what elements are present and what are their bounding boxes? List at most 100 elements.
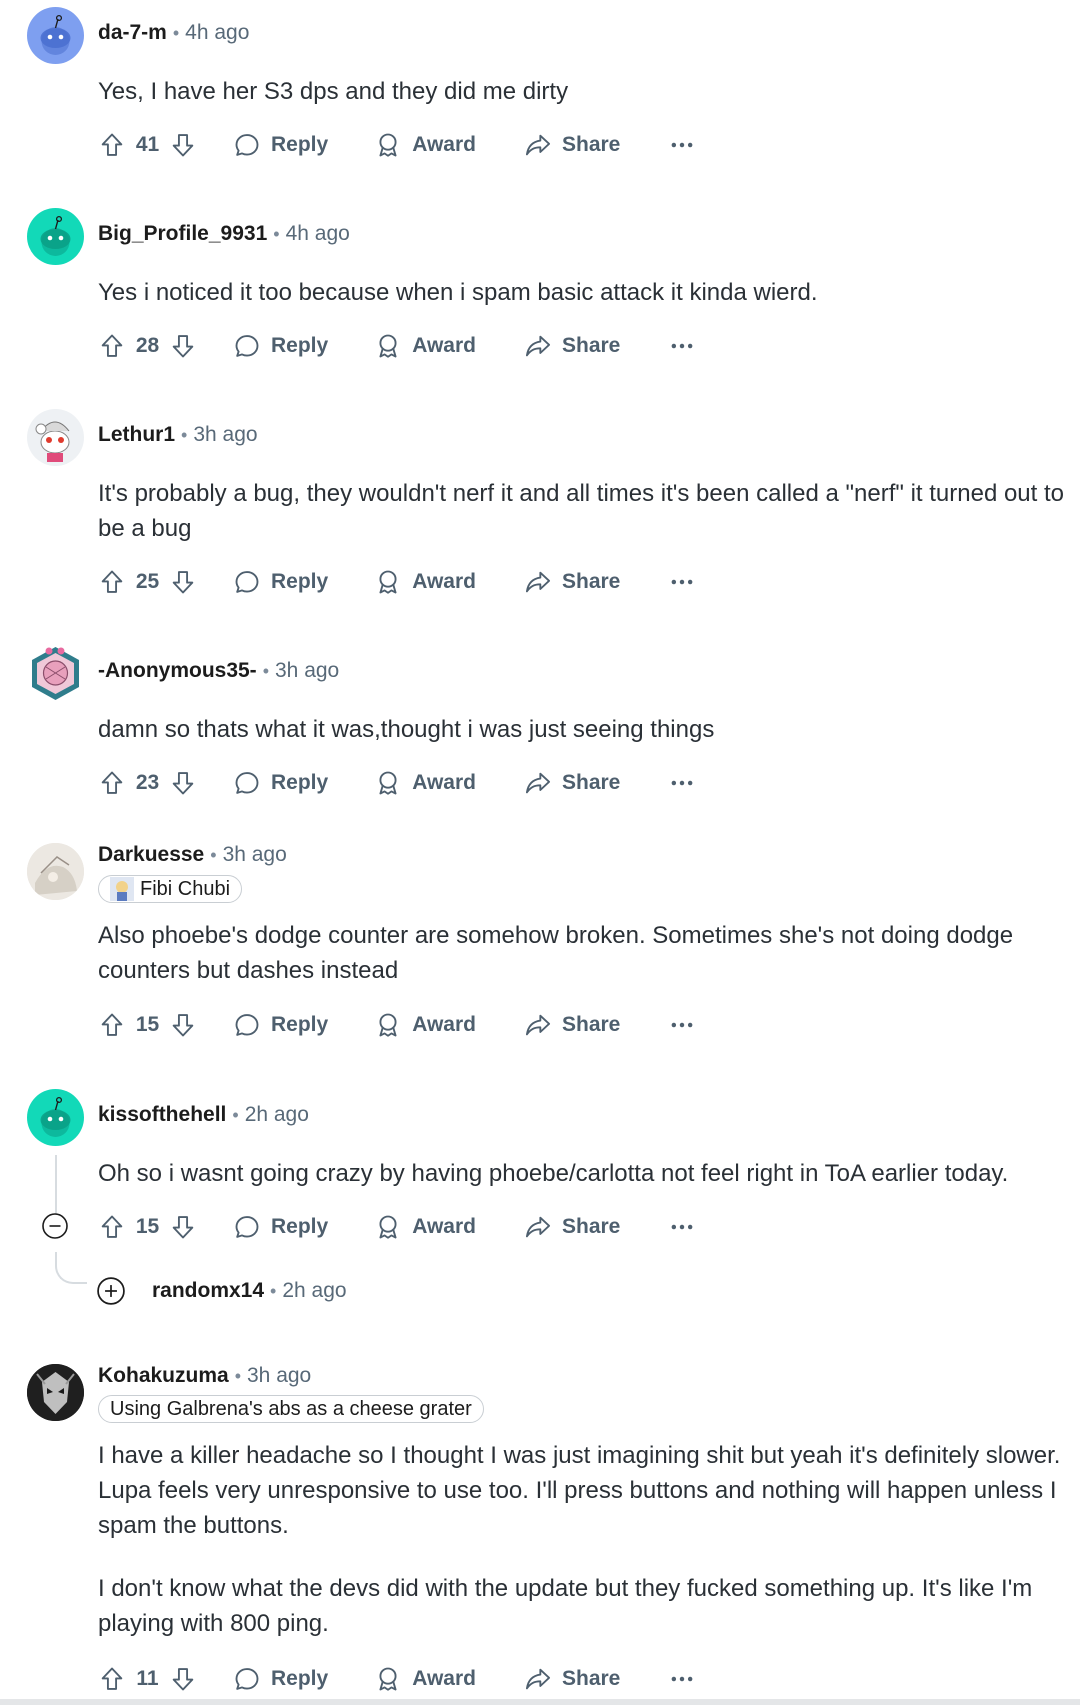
upvote-icon[interactable] [98, 568, 126, 596]
upvote-icon[interactable] [98, 769, 126, 797]
separator-dot: • [210, 845, 217, 865]
timestamp[interactable]: 3h ago [193, 423, 257, 446]
comment-paragraph: I have a killer headache so I thought I … [98, 1442, 1061, 1539]
timestamp[interactable]: 4h ago [286, 222, 350, 245]
reply-button[interactable]: Reply [233, 1011, 328, 1039]
share-button[interactable]: Share [524, 769, 620, 797]
upvote-icon[interactable] [98, 1213, 126, 1241]
downvote-icon[interactable] [169, 131, 197, 159]
award-button[interactable]: Award [374, 568, 476, 596]
collapse-thread-icon[interactable] [42, 1213, 68, 1239]
comment-body: Yes i noticed it too because when i spam… [98, 275, 1073, 310]
downvote-icon[interactable] [169, 332, 197, 360]
collapsed-reply[interactable]: randomx14 • 2h ago [97, 1277, 347, 1305]
share-icon [524, 131, 552, 159]
award-button[interactable]: Award [374, 1011, 476, 1039]
share-label: Share [562, 1667, 621, 1690]
author-name[interactable]: Big_Profile_9931 [98, 222, 267, 245]
timestamp[interactable]: 3h ago [275, 659, 339, 682]
more-options-button[interactable] [668, 1011, 696, 1039]
upvote-icon[interactable] [98, 131, 126, 159]
avatar[interactable] [27, 843, 84, 900]
downvote-icon[interactable] [169, 1011, 197, 1039]
flair-text: Fibi Chubi [140, 877, 231, 900]
avatar[interactable] [27, 645, 84, 702]
award-button[interactable]: Award [374, 131, 476, 159]
share-button[interactable]: Share [524, 1665, 620, 1693]
more-icon [668, 1011, 696, 1039]
timestamp[interactable]: 2h ago [245, 1103, 309, 1126]
share-icon [524, 568, 552, 596]
reddit-default-blue-avatar-icon [27, 7, 84, 64]
avatar[interactable] [27, 7, 84, 64]
vote-count: 41 [135, 133, 160, 156]
more-options-button[interactable] [668, 131, 696, 159]
comment-body: damn so thats what it was,thought i was … [98, 712, 1073, 747]
author-name[interactable]: da-7-m [98, 21, 167, 44]
share-button[interactable]: Share [524, 568, 620, 596]
reply-label: Reply [271, 1013, 329, 1036]
timestamp[interactable]: 2h ago [282, 1279, 346, 1303]
downvote-icon[interactable] [169, 769, 197, 797]
timestamp[interactable]: 4h ago [185, 21, 249, 44]
comment-meta: -Anonymous35- • 3h ago [98, 659, 339, 683]
downvote-icon[interactable] [169, 568, 197, 596]
reply-button[interactable]: Reply [233, 1665, 328, 1693]
author-name[interactable]: kissofthehell [98, 1103, 226, 1126]
author-name[interactable]: Lethur1 [98, 423, 175, 446]
award-label: Award [412, 1667, 476, 1690]
author-name[interactable]: Darkuesse [98, 843, 204, 866]
expand-reply-icon[interactable] [97, 1277, 125, 1305]
timestamp[interactable]: 3h ago [223, 843, 287, 866]
timestamp[interactable]: 3h ago [247, 1364, 311, 1387]
share-label: Share [562, 1013, 621, 1036]
downvote-icon[interactable] [169, 1213, 197, 1241]
avatar[interactable] [27, 1089, 84, 1146]
vote-count: 11 [136, 1667, 159, 1690]
reddit-default-teal-avatar-icon [27, 1089, 84, 1146]
author-name[interactable]: -Anonymous35- [98, 659, 257, 682]
award-button[interactable]: Award [374, 332, 476, 360]
share-icon [524, 1011, 552, 1039]
avatar[interactable] [27, 409, 84, 466]
award-label: Award [412, 334, 476, 357]
share-label: Share [562, 133, 621, 156]
reply-label: Reply [271, 133, 329, 156]
author-name[interactable]: Kohakuzuma [98, 1364, 229, 1387]
upvote-icon[interactable] [98, 1011, 126, 1039]
share-button[interactable]: Share [524, 1011, 620, 1039]
reply-button[interactable]: Reply [233, 568, 328, 596]
horizontal-scrollbar[interactable] [0, 1699, 1080, 1705]
more-options-button[interactable] [668, 769, 696, 797]
award-button[interactable]: Award [374, 1665, 476, 1693]
share-icon [524, 332, 552, 360]
downvote-icon[interactable] [169, 1665, 197, 1693]
reddit-default-teal-avatar-icon [27, 208, 84, 265]
share-button[interactable]: Share [524, 1213, 620, 1241]
share-button[interactable]: Share [524, 131, 620, 159]
share-button[interactable]: Share [524, 332, 620, 360]
more-options-button[interactable] [668, 1213, 696, 1241]
separator-dot: • [232, 1105, 239, 1125]
share-label: Share [562, 771, 621, 794]
award-icon [374, 1213, 402, 1241]
avatar[interactable] [27, 208, 84, 265]
upvote-icon[interactable] [98, 332, 126, 360]
avatar[interactable] [27, 1364, 84, 1421]
author-name[interactable]: randomx14 [152, 1279, 264, 1303]
more-options-button[interactable] [668, 1665, 696, 1693]
reply-button[interactable]: Reply [233, 1213, 328, 1241]
reply-button[interactable]: Reply [233, 131, 328, 159]
award-button[interactable]: Award [374, 1213, 476, 1241]
more-options-button[interactable] [668, 568, 696, 596]
reply-icon [233, 1011, 261, 1039]
separator-dot: • [172, 23, 180, 43]
reply-button[interactable]: Reply [233, 332, 328, 360]
user-flair: Fibi Chubi [98, 875, 243, 903]
upvote-icon[interactable] [98, 1665, 126, 1693]
more-options-button[interactable] [668, 332, 696, 360]
comment-paragraph: Oh so i wasnt going crazy by having phoe… [98, 1160, 1009, 1187]
comment-actions: 15 Reply Award Share [98, 1207, 696, 1247]
award-button[interactable]: Award [374, 769, 476, 797]
reply-button[interactable]: Reply [233, 769, 328, 797]
